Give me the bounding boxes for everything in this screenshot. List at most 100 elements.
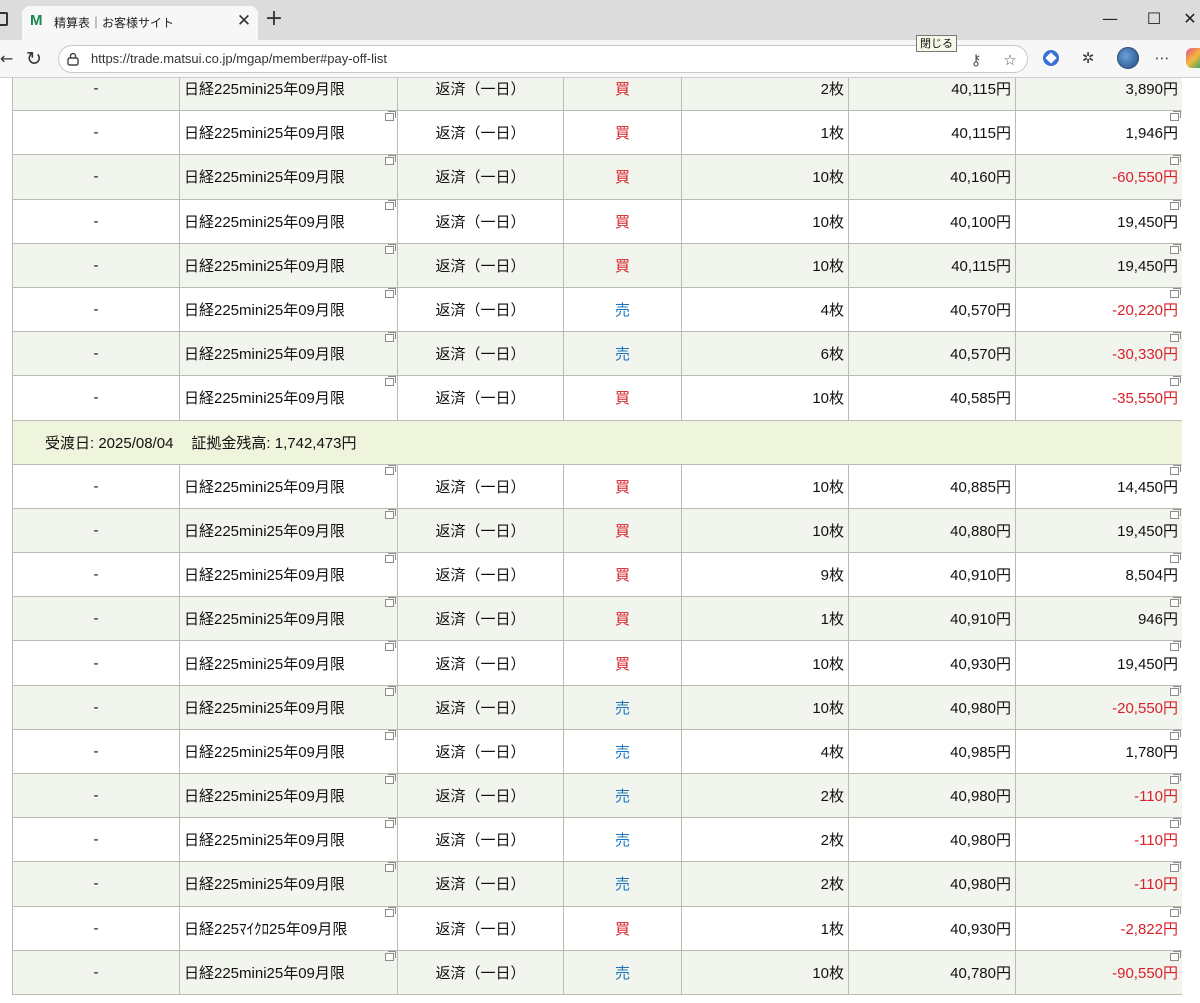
open-window-icon[interactable]	[385, 862, 396, 873]
profit-loss-link[interactable]: -35,550円	[1015, 375, 1183, 421]
open-window-icon[interactable]	[385, 641, 396, 652]
open-window-icon[interactable]	[1170, 508, 1181, 519]
profit-loss-link[interactable]: 946円	[1015, 596, 1183, 642]
tab-actions-icon[interactable]	[0, 12, 8, 26]
product-name-link[interactable]: 日経225mini25年09月限	[179, 507, 398, 554]
open-window-icon[interactable]	[1170, 332, 1181, 343]
product-name-link[interactable]: 日経225mini25年09月限	[179, 110, 398, 156]
open-window-icon[interactable]	[385, 685, 396, 696]
window-close-icon[interactable]: ✕	[1178, 8, 1200, 32]
product-name-link-text[interactable]: 日経225ﾏｲｸﾛ25年09月限	[184, 921, 347, 938]
profit-loss-link[interactable]: 14,450円	[1015, 463, 1183, 509]
profit-loss-link[interactable]: 1,946円	[1015, 110, 1183, 156]
open-window-icon[interactable]	[1170, 111, 1181, 122]
back-arrow-icon[interactable]: ←	[0, 48, 14, 70]
product-name-link-text[interactable]: 日経225mini25年09月限	[184, 81, 345, 98]
profit-loss-link[interactable]: -20,550円	[1015, 684, 1183, 730]
profit-loss-link-text[interactable]: 1,780円	[1125, 744, 1178, 761]
profit-loss-link-text[interactable]: -90,550円	[1112, 965, 1178, 982]
password-key-icon[interactable]: ⚷	[965, 49, 987, 71]
new-tab-icon[interactable]: +	[262, 8, 286, 32]
profit-loss-link-text[interactable]: -35,550円	[1112, 390, 1178, 407]
product-name-link[interactable]: 日経225mini25年09月限	[179, 728, 398, 775]
open-window-icon[interactable]	[1170, 597, 1181, 608]
profit-loss-link[interactable]: -110円	[1015, 861, 1183, 907]
profit-loss-link-text[interactable]: 19,450円	[1117, 258, 1178, 275]
more-menu-icon[interactable]: ⋯	[1150, 46, 1174, 70]
open-window-icon[interactable]	[385, 332, 396, 343]
product-name-link[interactable]: 日経225mini25年09月限	[179, 463, 398, 509]
product-name-link[interactable]: 日経225mini25年09月限	[179, 242, 398, 288]
product-name-link-text[interactable]: 日経225mini25年09月限	[184, 567, 345, 584]
profit-loss-link-text[interactable]: 1,946円	[1125, 125, 1178, 142]
profit-loss-link-text[interactable]: 19,450円	[1117, 523, 1178, 540]
product-name-link-text[interactable]: 日経225mini25年09月限	[184, 214, 345, 231]
product-name-link[interactable]: 日経225mini25年09月限	[179, 331, 398, 377]
profit-loss-link[interactable]: 3,890円	[1015, 78, 1183, 112]
profile-avatar[interactable]	[1117, 47, 1139, 69]
open-window-icon[interactable]	[385, 597, 396, 608]
open-window-icon[interactable]	[1170, 243, 1181, 254]
product-name-link-text[interactable]: 日経225mini25年09月限	[184, 788, 345, 805]
open-window-icon[interactable]	[1170, 199, 1181, 210]
product-name-link-text[interactable]: 日経225mini25年09月限	[184, 656, 345, 673]
product-name-link[interactable]: 日経225mini25年09月限	[179, 772, 398, 819]
product-name-link[interactable]: 日経225mini25年09月限	[179, 640, 398, 686]
open-window-icon[interactable]	[1170, 464, 1181, 475]
profit-loss-link[interactable]: -20,220円	[1015, 286, 1183, 333]
profit-loss-link-text[interactable]: -20,220円	[1112, 302, 1178, 319]
open-window-icon[interactable]	[1170, 376, 1181, 387]
url-text[interactable]: https://trade.matsui.co.jp/mgap/member#p…	[91, 51, 387, 66]
profit-loss-link-text[interactable]: 3,890円	[1125, 81, 1178, 98]
profit-loss-link-text[interactable]: -60,550円	[1112, 169, 1178, 186]
open-window-icon[interactable]	[385, 774, 396, 784]
open-window-icon[interactable]	[1170, 950, 1181, 961]
profit-loss-link-text[interactable]: -110円	[1134, 832, 1178, 849]
product-name-link[interactable]: 日経225mini25年09月限	[179, 949, 398, 995]
open-window-icon[interactable]	[385, 111, 396, 122]
product-name-link[interactable]: 日経225ﾏｲｸﾛ25年09月限	[179, 905, 398, 951]
product-name-link[interactable]: 日経225mini25年09月限	[179, 817, 398, 863]
open-window-icon[interactable]	[385, 243, 396, 254]
reload-icon[interactable]: ↻	[22, 47, 46, 71]
product-name-link[interactable]: 日経225mini25年09月限	[179, 154, 398, 200]
product-name-link[interactable]: 日経225mini25年09月限	[179, 198, 398, 244]
open-window-icon[interactable]	[1170, 906, 1181, 917]
product-name-link-text[interactable]: 日経225mini25年09月限	[184, 302, 345, 319]
profit-loss-link-text[interactable]: 946円	[1138, 611, 1178, 628]
profit-loss-link[interactable]: -2,822円	[1015, 905, 1183, 951]
product-name-link-text[interactable]: 日経225mini25年09月限	[184, 346, 345, 363]
open-window-icon[interactable]	[385, 818, 396, 829]
open-window-icon[interactable]	[1170, 862, 1181, 873]
favorite-star-icon[interactable]: ☆	[999, 49, 1021, 71]
site-info-icon[interactable]	[67, 52, 79, 66]
open-window-icon[interactable]	[385, 376, 396, 387]
open-window-icon[interactable]	[1170, 287, 1181, 298]
product-name-link[interactable]: 日経225mini25年09月限	[179, 596, 398, 642]
copilot-icon[interactable]	[1186, 48, 1200, 68]
open-window-icon[interactable]	[385, 199, 396, 210]
product-name-link-text[interactable]: 日経225mini25年09月限	[184, 744, 345, 761]
product-name-link-text[interactable]: 日経225mini25年09月限	[184, 876, 345, 893]
product-name-link[interactable]: 日経225mini25年09月限	[179, 684, 398, 730]
product-name-link[interactable]: 日経225mini25年09月限	[179, 552, 398, 598]
product-name-link-text[interactable]: 日経225mini25年09月限	[184, 523, 345, 540]
open-window-icon[interactable]	[385, 464, 396, 475]
profit-loss-link[interactable]: 19,450円	[1015, 640, 1183, 686]
profit-loss-link-text[interactable]: -2,822円	[1120, 921, 1178, 938]
open-window-icon[interactable]	[1170, 729, 1181, 740]
open-window-icon[interactable]	[385, 155, 396, 166]
profit-loss-link-text[interactable]: -20,550円	[1112, 700, 1178, 717]
open-window-icon[interactable]	[385, 508, 396, 519]
profit-loss-link[interactable]: 19,450円	[1015, 507, 1183, 554]
profit-loss-link-text[interactable]: 19,450円	[1117, 656, 1178, 673]
profit-loss-link-text[interactable]: 19,450円	[1117, 214, 1178, 231]
product-name-link-text[interactable]: 日経225mini25年09月限	[184, 611, 345, 628]
open-window-icon[interactable]	[385, 950, 396, 961]
profit-loss-link-text[interactable]: -110円	[1134, 788, 1178, 805]
open-window-icon[interactable]	[1170, 774, 1181, 784]
profit-loss-link[interactable]: 8,504円	[1015, 552, 1183, 598]
profit-loss-link[interactable]: 1,780円	[1015, 728, 1183, 775]
maximize-icon[interactable]: ☐	[1142, 8, 1166, 32]
open-window-icon[interactable]	[385, 906, 396, 917]
